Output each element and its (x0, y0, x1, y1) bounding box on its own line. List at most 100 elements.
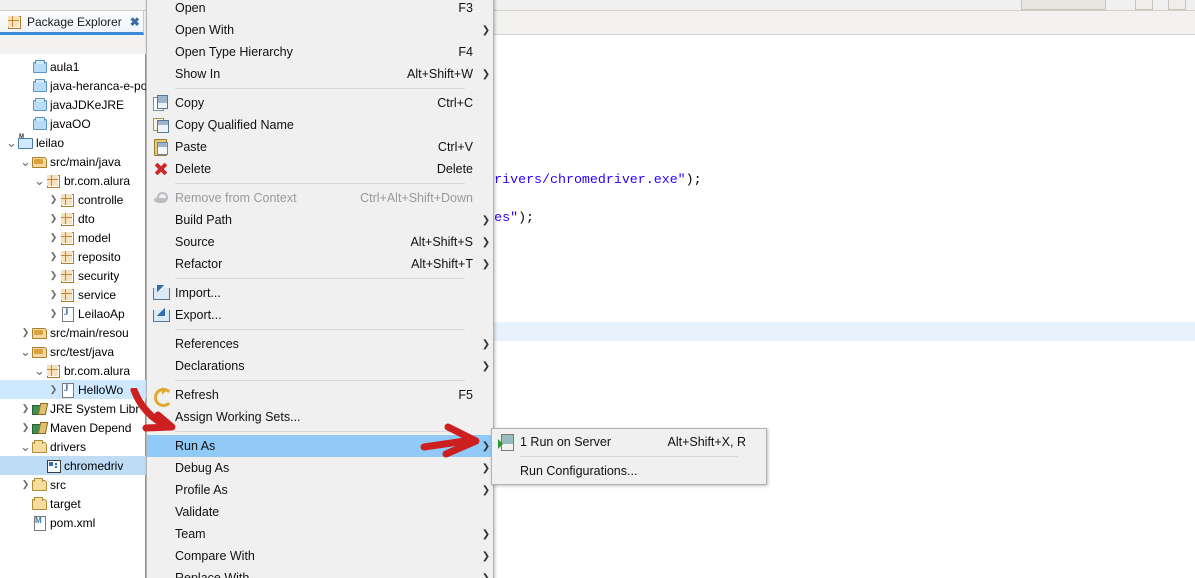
tree-item-label: chromedriv (64, 458, 124, 473)
chevron-right-icon[interactable]: ❯ (48, 232, 59, 243)
toolbar-perspective-button[interactable] (1135, 0, 1153, 10)
menu-item-build-path[interactable]: Build Path ❯ (147, 209, 493, 231)
menu-separator (175, 183, 465, 184)
menu-item-references[interactable]: References ❯ (147, 333, 493, 355)
srv-glyph (498, 434, 514, 451)
tree-item-label: src/main/java (50, 154, 121, 169)
tree-item[interactable]: ❯ controlle (0, 190, 146, 209)
tree-item[interactable]: ⌄ br.com.alura (0, 361, 146, 380)
menu-item-refactor[interactable]: Refactor Alt+Shift+T ❯ (147, 253, 493, 275)
tree-item-label: model (78, 230, 111, 245)
menu-item-copy[interactable]: Copy Ctrl+C (147, 92, 493, 114)
chevron-right-icon[interactable]: ❯ (48, 194, 59, 205)
menu-item-compare-with[interactable]: Compare With ❯ (147, 545, 493, 567)
menu-item-1-run-on-server[interactable]: 1 Run on Server Alt+Shift+X, R (492, 431, 766, 453)
chevron-right-icon[interactable]: ❯ (48, 251, 59, 262)
tree-item[interactable]: target (0, 494, 146, 513)
tree-item[interactable]: ⌄ src/test/java (0, 342, 146, 361)
java-icon (59, 306, 75, 322)
menu-item-replace-with[interactable]: Replace With ❯ (147, 567, 493, 578)
tree-item[interactable]: ⌄ leilao (0, 133, 146, 152)
chevron-down-icon[interactable]: ⌄ (34, 364, 45, 377)
tree-item[interactable]: ❯ src (0, 475, 146, 494)
tree-item[interactable]: ❯ service (0, 285, 146, 304)
tree-item[interactable]: ❯ dto (0, 209, 146, 228)
menu-item-import[interactable]: Import... (147, 282, 493, 304)
chevron-right-icon[interactable]: ❯ (48, 289, 59, 300)
chevron-right-icon[interactable]: ❯ (20, 327, 31, 338)
tree-item[interactable]: javaJDKeJRE (0, 95, 146, 114)
menu-item-debug-as[interactable]: Debug As ❯ (147, 457, 493, 479)
menu-item-label: Copy Qualified Name (175, 118, 294, 132)
chevron-right-icon[interactable]: ❯ (48, 308, 59, 319)
toolbar-search-field[interactable] (1021, 0, 1106, 10)
menu-item-assign-working-sets[interactable]: Assign Working Sets... (147, 406, 493, 428)
menu-item-source[interactable]: Source Alt+Shift+S ❯ (147, 231, 493, 253)
tree-item[interactable]: ❯ reposito (0, 247, 146, 266)
tree-item[interactable]: java-heranca-e-pol (0, 76, 146, 95)
tree-item-label: aula1 (50, 59, 80, 74)
tree-item[interactable]: ❯ JRE System Libr (0, 399, 146, 418)
menu-item-open[interactable]: Open F3 (147, 0, 493, 19)
menu-item-show-in[interactable]: Show In Alt+Shift+W ❯ (147, 63, 493, 85)
tree-item[interactable]: aula1 (0, 57, 146, 76)
tree-item[interactable]: ❯ HelloWo (0, 380, 146, 399)
tree-item[interactable]: ❯ Maven Depend (0, 418, 146, 437)
menu-item-delete[interactable]: Delete Delete (147, 158, 493, 180)
menu-icon-slot (147, 457, 175, 479)
chevron-down-icon[interactable]: ⌄ (6, 136, 17, 149)
tree-item[interactable]: ❯ model (0, 228, 146, 247)
menu-item-open-type-hierarchy[interactable]: Open Type Hierarchy F4 (147, 41, 493, 63)
menu-item-run-as[interactable]: Run As ❯ (147, 435, 493, 457)
menu-item-team[interactable]: Team ❯ (147, 523, 493, 545)
menu-item-refresh[interactable]: Refresh F5 (147, 384, 493, 407)
copyq-icon (147, 114, 175, 136)
menu-item-copy-qualified-name[interactable]: Copy Qualified Name (147, 114, 493, 136)
menu-item-profile-as[interactable]: Profile As ❯ (147, 479, 493, 501)
submenu-chevron-icon: ❯ (481, 68, 491, 80)
chevron-down-icon[interactable]: ⌄ (20, 155, 31, 168)
chevron-right-icon[interactable]: ❯ (20, 479, 31, 490)
menu-item-paste[interactable]: Paste Ctrl+V (147, 136, 493, 158)
menu-icon-slot (147, 406, 175, 428)
chevron-right-icon[interactable]: ❯ (20, 403, 31, 414)
chevron-down-icon[interactable]: ⌄ (20, 345, 31, 358)
submenu-chevron-icon: ❯ (481, 360, 491, 372)
tree-item[interactable]: ⌄ br.com.alura (0, 171, 146, 190)
tree-item[interactable]: chromedriv (0, 456, 146, 475)
menu-item-label: Open (175, 1, 206, 15)
close-icon[interactable]: ✖ (130, 16, 140, 28)
tree-item[interactable]: ⌄ src/main/java (0, 152, 146, 171)
project-tree[interactable]: aula1 java-heranca-e-pol javaJDKeJRE javaOO… (0, 57, 146, 532)
tree-item[interactable]: pom.xml (0, 513, 146, 532)
tree-item[interactable]: ❯ security (0, 266, 146, 285)
imp-icon (147, 282, 175, 304)
tree-item[interactable]: javaOO (0, 114, 146, 133)
chevron-right-icon[interactable]: ❯ (20, 422, 31, 433)
chevron-down-icon[interactable]: ⌄ (34, 174, 45, 187)
chevron-right-icon[interactable]: ❯ (48, 213, 59, 224)
menu-item-declarations[interactable]: Declarations ❯ (147, 355, 493, 377)
context-menu[interactable]: Open F3 Open With ❯ Open Type Hierarchy F4 Sho… (146, 0, 494, 578)
menu-item-label: Profile As (175, 483, 228, 497)
lib-icon (31, 420, 47, 435)
chevron-right-icon[interactable]: ❯ (48, 270, 59, 281)
package-explorer-tabrow: Package Explorer ✖ (0, 11, 146, 35)
menu-item-validate[interactable]: Validate (147, 501, 493, 523)
chevron-down-icon[interactable]: ⌄ (20, 440, 31, 453)
tab-package-explorer[interactable]: Package Explorer ✖ (0, 11, 144, 35)
menu-item-label: Validate (175, 505, 220, 519)
menu-separator (175, 380, 465, 381)
chevron-right-icon[interactable]: ❯ (48, 384, 59, 395)
tree-item[interactable]: ❯ LeilaoAp (0, 304, 146, 323)
tree-item[interactable]: ⌄ drivers (0, 437, 146, 456)
xml-icon (31, 515, 47, 531)
tree-item-label: LeilaoAp (78, 306, 125, 321)
menu-item-run-configurations[interactable]: Run Configurations... (492, 460, 766, 482)
menu-item-export[interactable]: Export... (147, 304, 493, 326)
run-as-submenu[interactable]: 1 Run on Server Alt+Shift+X, R Run Configu… (491, 428, 767, 485)
menu-item-open-with[interactable]: Open With ❯ (147, 19, 493, 41)
toolbar-open-perspective-button[interactable] (1168, 0, 1186, 10)
tree-item[interactable]: ❯ src/main/resou (0, 323, 146, 342)
menu-item-label: Refresh (175, 388, 219, 402)
